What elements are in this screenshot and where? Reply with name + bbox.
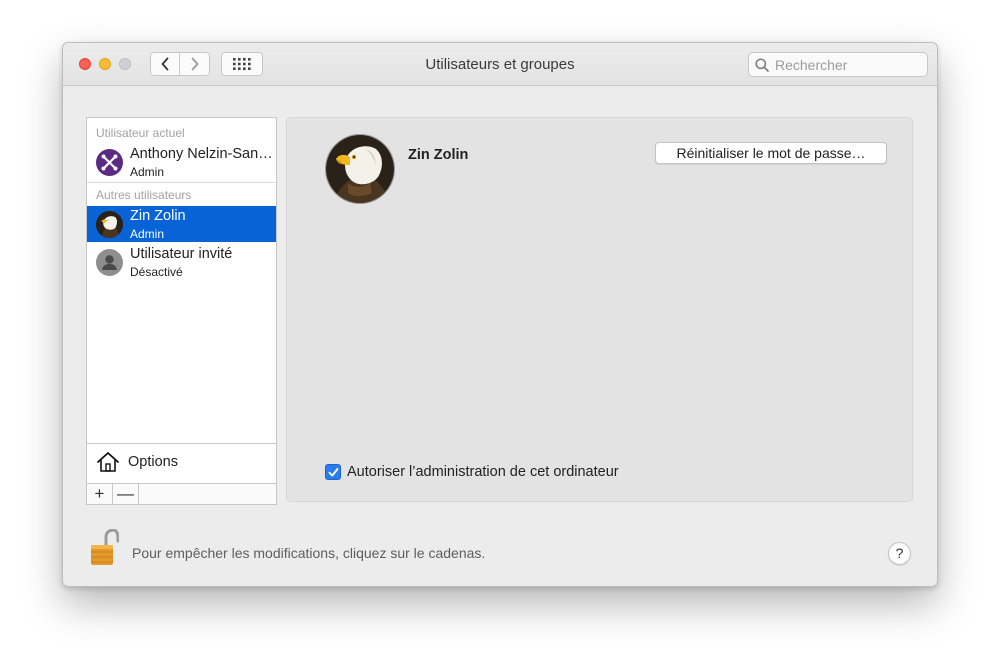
user-row-current[interactable]: Anthony Nelzin-San… Admin (87, 144, 276, 180)
guest-person-icon (96, 249, 123, 276)
help-button[interactable]: ? (888, 542, 911, 565)
user-role: Admin (130, 165, 165, 179)
unlocked-padlock-icon[interactable] (89, 529, 119, 567)
user-name: Utilisateur invité (130, 246, 233, 262)
user-picture[interactable] (325, 134, 395, 204)
house-icon (97, 452, 119, 472)
crossed-tools-avatar-icon (96, 149, 123, 176)
options-label: Options (128, 454, 178, 470)
search-field[interactable] (748, 52, 928, 77)
login-options-item[interactable]: Options (87, 443, 276, 483)
section-divider (87, 182, 276, 183)
current-user-section-label: Utilisateur actuel (96, 126, 185, 140)
lock-hint-text: Pour empêcher les modifications, cliquez… (132, 545, 486, 561)
reset-password-button[interactable]: Réinitialiser le mot de passe… (655, 142, 887, 164)
allow-admin-option[interactable]: Autoriser l’administration de cet ordina… (325, 464, 619, 480)
other-users-section-label: Autres utilisateurs (96, 188, 192, 202)
allow-admin-checkbox[interactable] (325, 464, 341, 480)
checkmark-icon (328, 467, 338, 476)
user-role: Désactivé (130, 265, 183, 279)
add-user-button[interactable]: + (87, 484, 113, 504)
search-icon (755, 57, 769, 72)
user-name: Anthony Nelzin-San… (130, 146, 273, 162)
eagle-avatar-icon (96, 211, 123, 238)
user-role: Admin (130, 227, 165, 241)
user-row-guest[interactable]: Utilisateur invité Désactivé (87, 244, 276, 280)
add-remove-bar: + — (87, 483, 276, 504)
search-input[interactable] (775, 56, 915, 73)
selected-user-name: Zin Zolin (408, 147, 469, 163)
allow-admin-label: Autoriser l’administration de cet ordina… (347, 464, 619, 480)
users-sidebar: Utilisateur actuel Anthony Nelzin-San… A… (86, 117, 277, 505)
eagle-avatar-icon (326, 135, 394, 203)
user-row-zin-zolin[interactable]: Zin Zolin Admin (87, 206, 276, 242)
user-detail-pane: Zin Zolin Réinitialiser le mot de passe…… (286, 117, 913, 502)
preferences-window: Utilisateurs et groupes Utilisateur actu… (62, 42, 938, 587)
user-name: Zin Zolin (130, 208, 186, 224)
title-bar: Utilisateurs et groupes (63, 43, 937, 86)
remove-user-button[interactable]: — (113, 484, 139, 504)
